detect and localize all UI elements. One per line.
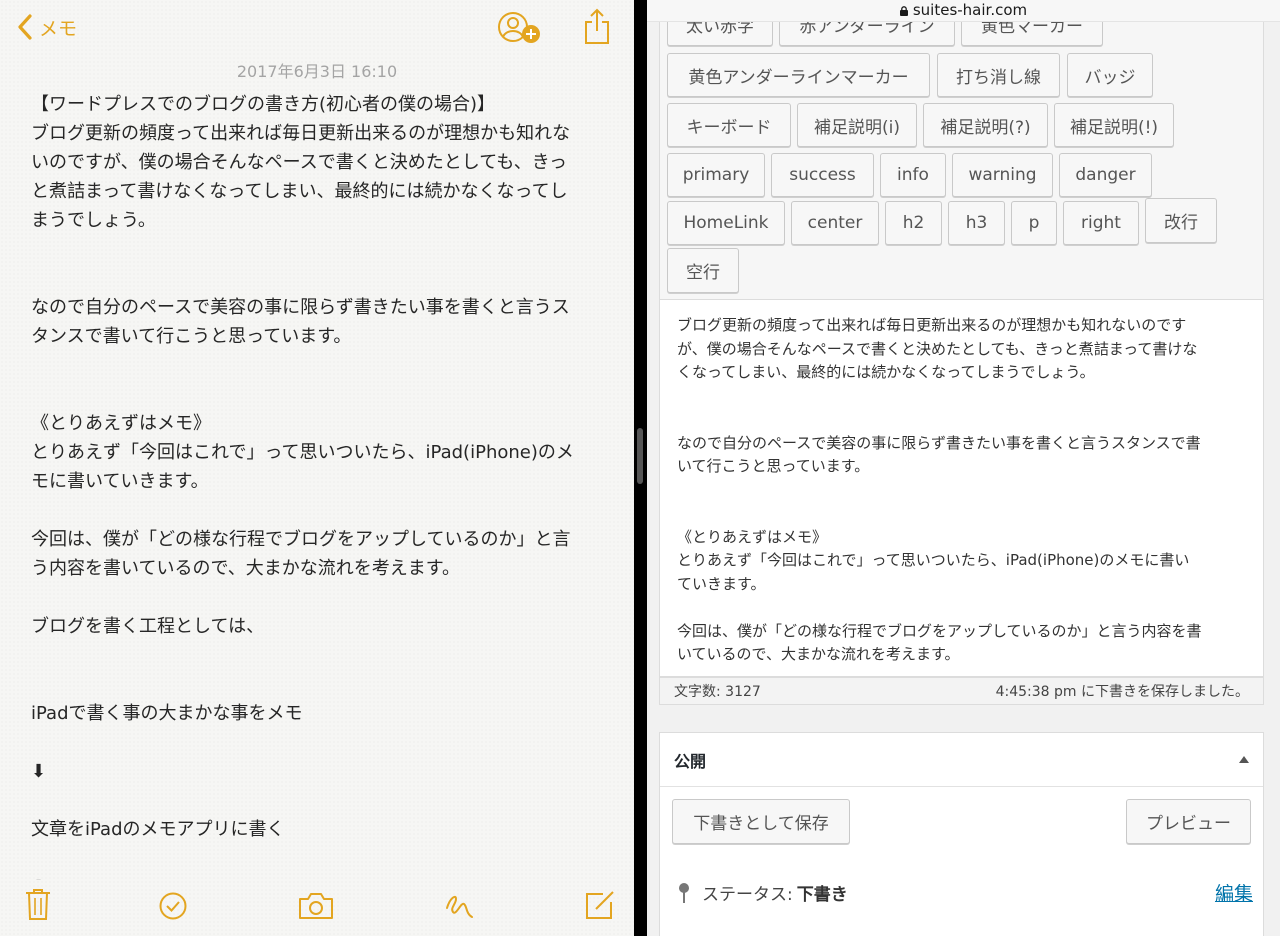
note-line [31, 728, 599, 757]
post-status-row: ステータス: 下書き 編集 [678, 879, 1253, 906]
note-line: と煮詰まって書けなくなってしまい、最終的には続かなくなってし [31, 181, 568, 202]
add-person-icon[interactable] [497, 10, 543, 50]
publish-box-header[interactable]: 公開 [660, 733, 1263, 787]
qt-button[interactable]: キーボード [667, 103, 791, 147]
back-button[interactable]: メモ [16, 12, 77, 42]
qt-button[interactable]: HomeLink [667, 201, 785, 245]
quicktags-toolbar: 太い赤字 赤アンダーライン 黄色マーカー 黄色アンダーラインマーカー 打ち消し線… [659, 0, 1264, 300]
qt-button[interactable]: バッジ [1067, 53, 1153, 97]
editor-line: ブログ更新の頻度って出来れば毎日更新出来るのが理想かも知れないのです [677, 316, 1187, 334]
note-line: まうでしょう。 [31, 210, 156, 231]
note-line: タンスで書いて行こうと思っています。 [31, 326, 352, 347]
editor-line: なので自分のペースで美容の事に限らず書きたい事を書くと言うスタンスで書 [677, 433, 1201, 452]
chevron-left-icon [18, 14, 32, 40]
note-line [31, 641, 599, 670]
qt-button[interactable]: danger [1059, 153, 1152, 197]
back-label: メモ [39, 17, 78, 40]
note-line: ブログを書く工程としては、 [31, 616, 265, 637]
note-line: 【ワードプレスでのブログの書き方(初心者の僕の場合)】 [31, 94, 496, 115]
notes-toolbar [0, 880, 634, 936]
note-line: なので自分のペースで美容の事に限らず書きたい事を書くと言うス [31, 297, 570, 318]
note-line [31, 786, 599, 815]
qt-button[interactable]: 打ち消し線 [937, 53, 1060, 97]
qt-button[interactable]: warning [952, 153, 1053, 197]
editor-line: いて行こうと思っています。 [677, 457, 870, 475]
trash-icon[interactable] [25, 888, 51, 924]
word-count: 文字数: 3127 [674, 684, 761, 700]
share-icon[interactable] [584, 8, 610, 50]
qt-button[interactable]: p [1011, 201, 1057, 245]
edit-status-link[interactable]: 編集 [1215, 879, 1253, 906]
qt-button[interactable]: 補足説明(!) [1054, 103, 1174, 147]
note-line [31, 496, 599, 525]
lock-icon [899, 6, 908, 16]
qt-button[interactable]: h2 [885, 201, 942, 245]
qt-button[interactable]: 補足説明(i) [797, 103, 917, 147]
qt-button[interactable]: right [1063, 201, 1139, 245]
note-date: 2017年6月3日 16:10 [236, 62, 398, 81]
qt-button[interactable]: primary [667, 153, 765, 197]
status-value: 下書き [796, 885, 848, 905]
publish-box-title: 公開 [674, 751, 707, 771]
qt-button[interactable]: center [791, 201, 879, 245]
editor-line: 今回は、僕が「どの様な行程でブログをアップしているのか」と言う内容を書 [677, 621, 1202, 640]
note-line: ⬇ [31, 761, 47, 782]
editor-line: 《とりあえずはメモ》 [677, 527, 828, 546]
qt-button[interactable]: h3 [948, 201, 1005, 245]
editor-status-bar: 文字数: 3127 4:45:38 pm に下書きを保存しました。 [659, 677, 1264, 705]
note-line: う内容を書いているので、大まかな流れを考えます。 [31, 558, 460, 579]
note-line: ブログ更新の頻度って出来れば毎日更新出来るのが理想かも知れな [31, 123, 571, 144]
note-line [31, 583, 599, 612]
note-line: 今回は、僕が「どの様な行程でブログをアップしているのか」と言 [31, 529, 571, 550]
note-line: モに書いていきます。 [31, 471, 209, 492]
editor-line: が、僕の場合そんなペースで書くと決めたとしても、きっと煮詰まって書けな [677, 339, 1198, 358]
notes-app: メモ 2017年6月3日 16:10 【ワードプレスでのブログの書き方(初心者の… [0, 0, 634, 936]
url-text: suites-hair.com [912, 1, 1028, 19]
qt-button[interactable]: 補足説明(?) [923, 103, 1048, 147]
note-line [31, 380, 599, 409]
autosave-status: 4:45:38 pm に下書きを保存しました。 [995, 684, 1249, 700]
note-line: iPadで書く事の大まかな事をメモ [31, 703, 303, 724]
qt-button[interactable]: 改行 [1145, 198, 1217, 243]
note-line [31, 351, 599, 380]
note-line: いのですが、僕の場合そんなペースで書くと決めたとしても、きっ [31, 152, 568, 173]
checklist-icon[interactable] [159, 892, 187, 924]
pin-icon [679, 882, 689, 903]
editor-line: いているので、大まかな流れを考えます。 [677, 645, 960, 663]
note-body[interactable]: 【ワードプレスでのブログの書き方(初心者の僕の場合)】ブログ更新の頻度って出来れ… [31, 90, 599, 880]
post-content-editor[interactable]: ブログ更新の頻度って出来れば毎日更新出来るのが理想かも知れないのです が、僕の場合… [659, 300, 1264, 677]
editor-line: とりあえず「今回はこれで」って思いついたら、iPad(iPhone)のメモに書い [677, 551, 1190, 569]
qt-button[interactable]: 空行 [667, 248, 739, 293]
note-line [31, 844, 599, 873]
publish-box: 公開 下書きとして保存 プレビュー ステータス: 下書き 編集 [659, 732, 1264, 936]
note-line [31, 235, 599, 264]
safari-app: suites-hair.com 太い赤字 赤アンダーライン 黄色マーカー 黄色ア… [647, 0, 1280, 936]
qt-button[interactable]: 黄色アンダーラインマーカー [667, 53, 930, 97]
save-draft-button[interactable]: 下書きとして保存 [672, 799, 850, 844]
split-view-handle[interactable] [637, 428, 643, 484]
note-line [31, 264, 599, 293]
split-view-divider[interactable] [634, 0, 647, 936]
note-line [31, 670, 599, 699]
camera-icon[interactable] [298, 892, 334, 924]
editor-line: くなってしまい、最終的には続かなくなってしまうでしょう。 [677, 363, 1095, 381]
note-line: 文章をiPadのメモアプリに書く [31, 819, 285, 840]
note-line: 《とりあえずはメモ》 [31, 413, 211, 434]
preview-button[interactable]: プレビュー [1126, 799, 1251, 844]
status-label: ステータス: [702, 885, 793, 905]
compose-icon[interactable] [585, 890, 615, 924]
editor-line: ていきます。 [677, 574, 766, 593]
address-bar[interactable]: suites-hair.com [647, 0, 1280, 22]
qt-button[interactable]: success [771, 153, 874, 197]
qt-button[interactable]: info [880, 153, 946, 197]
collapse-arrow-icon[interactable] [1239, 756, 1249, 763]
note-line: ⬇ [31, 873, 599, 880]
note-line: とりあえず「今回はこれで」って思いついたら、iPad(iPhone)のメ [31, 442, 574, 463]
sketch-icon[interactable] [444, 890, 474, 924]
